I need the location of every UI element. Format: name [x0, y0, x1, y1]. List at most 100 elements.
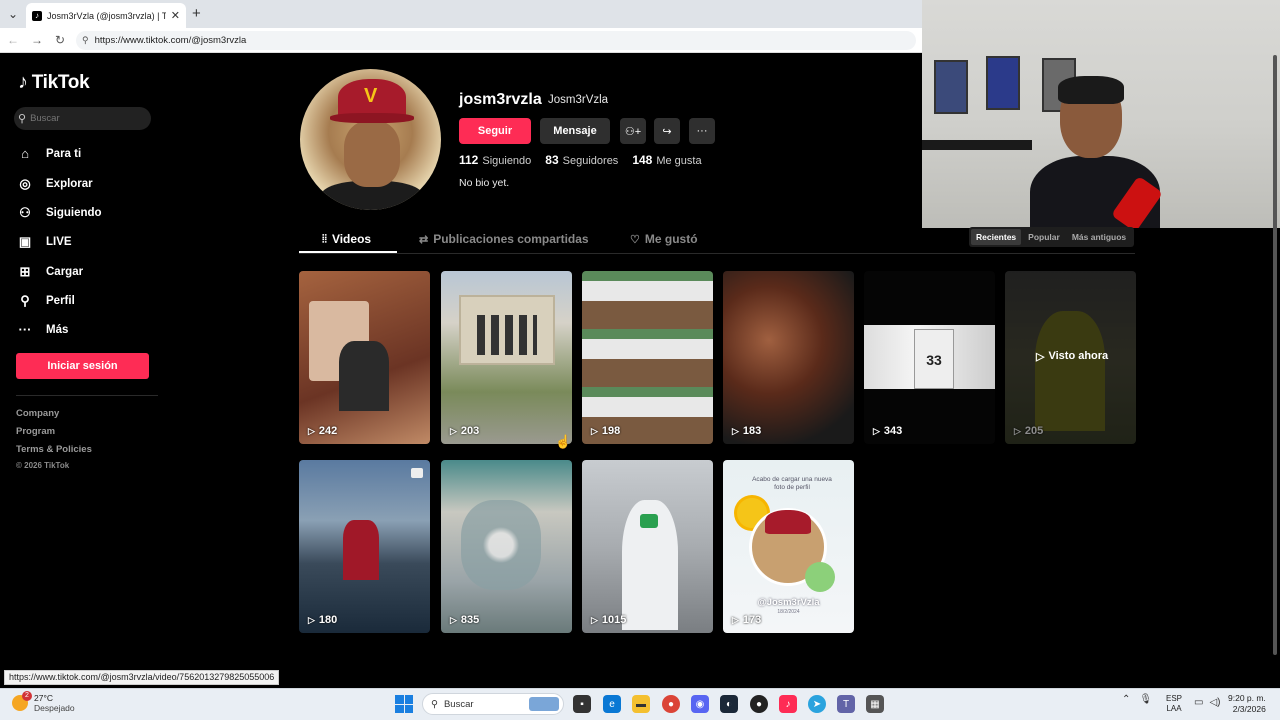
sidebar-item-explorar[interactable]: ◎ Explorar	[17, 176, 93, 192]
discord-icon[interactable]: ◉	[691, 695, 709, 713]
file-explorer-icon[interactable]: ▬	[632, 695, 650, 713]
clock[interactable]: 9:20 p. m. 2/3/2026	[1228, 693, 1266, 715]
tab-list-chevron-icon[interactable]: ⌄	[4, 4, 22, 24]
video-card[interactable]: ▷ 242	[299, 271, 430, 444]
login-button[interactable]: Iniciar sesión	[16, 353, 149, 379]
tray-status-icons[interactable]: ▭ ◁)	[1194, 697, 1220, 708]
play-icon: ▷	[591, 614, 598, 625]
play-icon: ▷	[873, 425, 880, 436]
weather-condition: Despejado	[34, 703, 75, 713]
more-options-icon[interactable]: ···	[689, 118, 715, 144]
video-card[interactable]: ▷ 180	[299, 460, 430, 633]
telegram-icon[interactable]: ➤	[808, 695, 826, 713]
following-stat[interactable]: 112 Siguiendo	[459, 153, 531, 167]
forward-arrow-icon[interactable]: →	[29, 31, 45, 49]
sidebar-item-live[interactable]: ▣ LIVE	[17, 234, 72, 250]
message-button[interactable]: Mensaje	[540, 118, 610, 144]
language-indicator[interactable]: ESP LAA	[1166, 694, 1182, 714]
windows-start-icon[interactable]	[395, 695, 413, 713]
profile-icon: ⚲	[20, 293, 30, 308]
sidebar-divider	[16, 395, 158, 396]
live-icon: ▣	[18, 234, 32, 249]
sidebar-item-para-ti[interactable]: ⌂ Para ti	[17, 146, 81, 161]
tab-liked[interactable]: ♡ Me gustó	[630, 232, 698, 246]
tiktok-app-icon[interactable]: ♪	[779, 695, 797, 713]
video-card-profile-photo[interactable]: Acabo de cargar una nueva foto de perfil…	[723, 460, 854, 633]
sidebar-item-siguiendo[interactable]: ⚇ Siguiendo	[17, 205, 102, 221]
video-card[interactable]: 33 ▷ 343	[864, 271, 995, 444]
tab-reposts[interactable]: ⇄ Publicaciones compartidas	[419, 232, 589, 246]
sidebar-item-cargar[interactable]: ⊞ Cargar	[17, 264, 84, 280]
play-icon: ▷	[308, 425, 315, 436]
repost-icon: ⇄	[419, 233, 429, 246]
wall-poster-2	[986, 56, 1020, 110]
profile-username: josm3rvzla	[459, 91, 542, 108]
more-icon: ···	[18, 322, 32, 337]
url-input[interactable]: ⚲ https://www.tiktok.com/@josm3rvzla	[76, 31, 916, 50]
mouse-cursor-icon: ☝	[555, 434, 572, 449]
temperature: 27°C	[34, 693, 53, 703]
tiktok-logo[interactable]: ♪ TikTok	[18, 71, 90, 94]
tab-videos[interactable]: ⦙⦙ Videos	[322, 232, 371, 246]
footer-link-terms[interactable]: Terms & Policies	[16, 444, 92, 455]
play-icon: ▷	[450, 614, 457, 625]
sidebar-item-label: Explorar	[46, 178, 93, 190]
sidebar-item-mas[interactable]: ··· Más	[17, 322, 69, 337]
search-icon: ⚲	[431, 698, 438, 710]
search-icon: ⚲	[18, 113, 27, 125]
play-icon: ▷	[591, 425, 598, 436]
steam-icon[interactable]: ◐	[720, 695, 738, 713]
link-preview-status: https://www.tiktok.com/@josm3rvzla/video…	[4, 670, 280, 685]
followers-stat[interactable]: 83 Seguidores	[545, 153, 618, 167]
url-text: https://www.tiktok.com/@josm3rvzla	[94, 35, 247, 46]
search-box[interactable]: ⚲	[14, 107, 151, 130]
video-card[interactable]: ▷ 198	[582, 271, 713, 444]
share-icon[interactable]: ↪	[654, 118, 680, 144]
video-card[interactable]: ▷ 1015	[582, 460, 713, 633]
weather-widget[interactable]: 2 27°C Despejado	[12, 691, 75, 713]
back-arrow-icon[interactable]: ←	[5, 31, 21, 49]
sort-option-antiguos[interactable]: Más antiguos	[1067, 229, 1131, 245]
play-icon: ▷	[732, 425, 739, 436]
sort-option-popular[interactable]: Popular	[1023, 229, 1065, 245]
home-icon: ⌂	[21, 146, 29, 161]
play-icon: ▷	[450, 425, 457, 436]
tray-chevron-icon[interactable]: ⌃	[1122, 694, 1130, 705]
search-input[interactable]	[30, 113, 141, 124]
site-info-icon[interactable]: ⚲	[82, 35, 89, 46]
profile-bio: No bio yet.	[459, 177, 510, 189]
sort-option-recientes[interactable]: Recientes	[971, 229, 1022, 245]
tab-title: Josm3rVzla (@josm3rvzla) | TikTok	[47, 10, 166, 21]
task-view-icon[interactable]: ▪	[573, 695, 591, 713]
app-icon[interactable]: ▦	[866, 695, 884, 713]
browser-tab-active[interactable]: ♪ Josm3rVzla (@josm3rvzla) | TikTok ✕	[26, 3, 186, 28]
taskbar-search[interactable]: ⚲ Buscar	[422, 693, 564, 715]
chrome-icon[interactable]: ●	[662, 695, 680, 713]
page-scrollbar[interactable]	[1273, 55, 1277, 655]
tab-close-icon[interactable]: ✕	[171, 9, 180, 22]
tabs-divider	[299, 253, 1135, 254]
profile-avatar[interactable]: V	[300, 69, 441, 210]
video-card[interactable]: ▷ 203	[441, 271, 572, 444]
obs-icon[interactable]: ●	[750, 695, 768, 713]
add-friend-icon[interactable]: ⚇+	[620, 118, 646, 144]
teams-icon[interactable]: T	[837, 695, 855, 713]
reload-icon[interactable]: ↻	[52, 31, 68, 49]
likes-stat: 148 Me gusta	[632, 153, 702, 167]
photo-badge-icon	[411, 468, 423, 478]
footer-link-program[interactable]: Program	[16, 426, 55, 437]
new-tab-plus-icon[interactable]: +	[192, 5, 201, 22]
footer-link-company[interactable]: Company	[16, 408, 59, 419]
sidebar-item-perfil[interactable]: ⚲ Perfil	[17, 293, 75, 309]
watched-now-label: ▷ Visto ahora	[1036, 350, 1109, 363]
tiktok-favicon-icon: ♪	[32, 10, 42, 21]
compass-icon: ◎	[19, 176, 31, 191]
sidebar-item-label: Siguiendo	[46, 207, 102, 219]
video-card[interactable]: ▷ 183	[723, 271, 854, 444]
liked-heart-icon: ♡	[630, 233, 640, 246]
edge-icon[interactable]: e	[603, 695, 621, 713]
microphone-icon[interactable]: 🎙	[1139, 694, 1152, 705]
video-card[interactable]: ▷ 835	[441, 460, 572, 633]
follow-button[interactable]: Seguir	[459, 118, 531, 144]
weather-sun-icon: 2	[12, 691, 32, 711]
